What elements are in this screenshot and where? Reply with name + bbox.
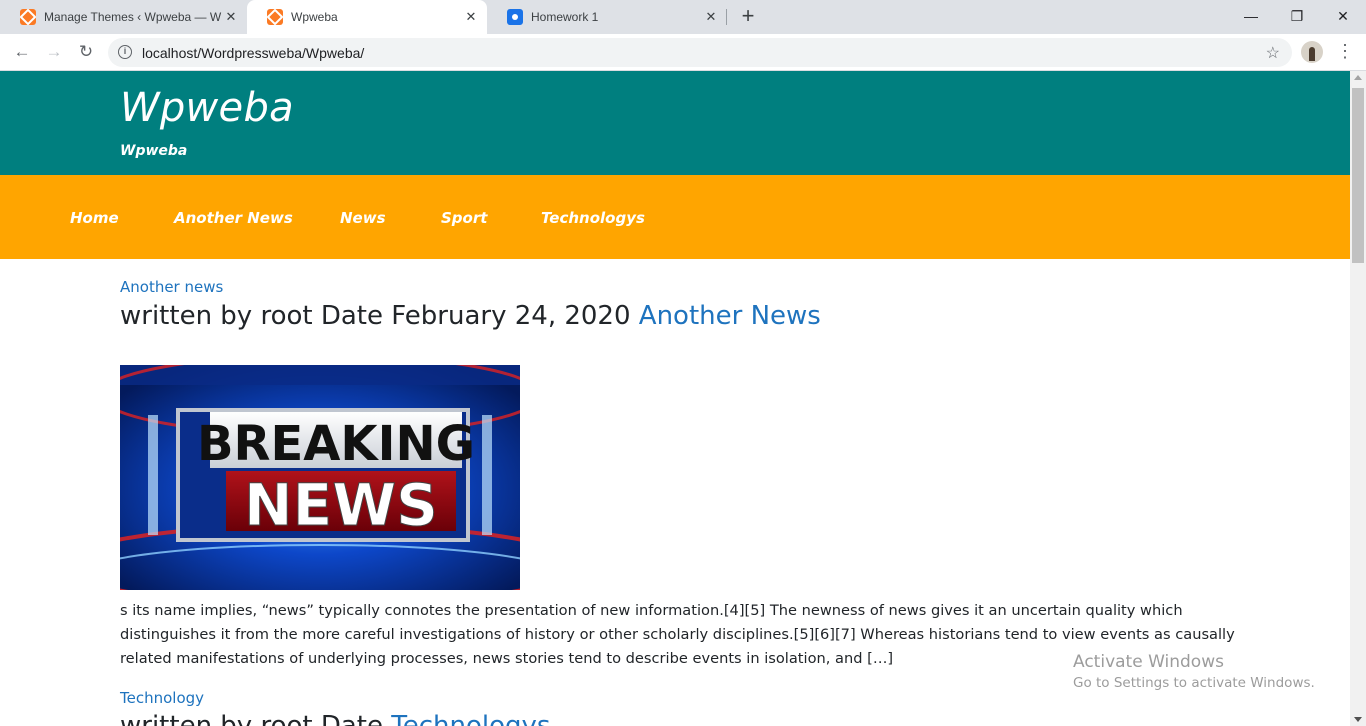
new-tab-button[interactable]: +	[736, 5, 760, 29]
classroom-icon	[507, 9, 523, 25]
tab-manage-themes[interactable]: Manage Themes ‹ Wpweba — W ✕	[0, 0, 247, 34]
tab-homework[interactable]: Homework 1 ✕	[487, 0, 727, 34]
post-title-link[interactable]: Another News	[639, 301, 821, 331]
close-window-button[interactable]: ✕	[1320, 0, 1366, 32]
back-button[interactable]: ←	[8, 38, 36, 66]
close-icon[interactable]: ✕	[703, 9, 719, 25]
page-scrollbar[interactable]	[1350, 71, 1366, 726]
browser-toolbar: ← → ↻ i localhost/Wordpressweba/Wpweba/ …	[0, 34, 1366, 71]
scroll-down-arrow-icon[interactable]	[1354, 717, 1362, 722]
post-category-link[interactable]: Technology	[120, 689, 204, 707]
activate-windows-watermark: Activate Windows Go to Settings to activ…	[1073, 652, 1315, 691]
post-title: written by root Date February 24, 2020 A…	[120, 301, 821, 331]
post-title-link[interactable]: Technologys	[391, 711, 550, 726]
post-category-link[interactable]: Another news	[120, 278, 223, 296]
watermark-subtitle: Go to Settings to activate Windows.	[1073, 675, 1315, 691]
nav-item-sport[interactable]: Sport	[441, 209, 487, 227]
minimize-button[interactable]: —	[1228, 0, 1274, 32]
scroll-up-arrow-icon[interactable]	[1354, 75, 1362, 80]
tab-separator	[726, 9, 727, 25]
info-icon[interactable]: i	[118, 45, 132, 59]
nav-item-technologys[interactable]: Technologys	[541, 209, 645, 227]
nav-item-home[interactable]: Home	[70, 209, 119, 227]
post-excerpt: s its name implies, “news” typically con…	[120, 602, 1235, 667]
xampp-icon	[267, 9, 283, 25]
close-icon[interactable]: ✕	[463, 9, 479, 25]
reload-button[interactable]: ↻	[72, 38, 100, 66]
url-text[interactable]: localhost/Wordpressweba/Wpweba/	[142, 45, 364, 61]
breaking-news-image[interactable]: BREAKING NEWS	[120, 365, 520, 590]
nav-item-another-news[interactable]: Another News	[174, 209, 293, 227]
image-text-bottom: NEWS	[244, 471, 438, 539]
forward-button[interactable]: →	[40, 38, 68, 66]
post-meta: written by root Date	[120, 711, 383, 726]
scrollbar-thumb[interactable]	[1352, 88, 1364, 263]
image-text-top: BREAKING	[197, 416, 475, 472]
tab-title: Homework 1	[531, 10, 599, 24]
tab-title: Manage Themes ‹ Wpweba — W	[44, 10, 222, 24]
page-viewport: Wpweba Wpweba Home Another News News Spo…	[0, 71, 1350, 726]
tab-wpweba[interactable]: Wpweba ✕	[247, 0, 487, 34]
tab-strip: Manage Themes ‹ Wpweba — W ✕ Wpweba ✕ Ho…	[0, 0, 1366, 34]
bookmark-star-icon[interactable]: ☆	[1266, 43, 1280, 63]
watermark-title: Activate Windows	[1073, 652, 1224, 672]
post-title: written by root Date Technologys	[120, 711, 550, 726]
site-header: Wpweba Wpweba	[0, 71, 1350, 175]
restore-button[interactable]: ❐	[1274, 0, 1320, 32]
site-title[interactable]: Wpweba	[120, 85, 294, 131]
nav-item-news[interactable]: News	[340, 209, 386, 227]
address-bar[interactable]: i localhost/Wordpressweba/Wpweba/ ☆	[108, 38, 1292, 67]
breaking-news-graphic: BREAKING NEWS	[120, 365, 520, 590]
main-navigation: Home Another News News Sport Technologys	[0, 175, 1350, 259]
site-description: Wpweba	[120, 143, 188, 159]
post-meta: written by root Date February 24, 2020	[120, 301, 631, 331]
close-icon[interactable]: ✕	[223, 9, 239, 25]
profile-avatar[interactable]	[1301, 41, 1323, 63]
browser-menu-icon[interactable]: ⋮	[1336, 41, 1354, 63]
xampp-icon	[20, 9, 36, 25]
tab-title: Wpweba	[291, 10, 338, 24]
